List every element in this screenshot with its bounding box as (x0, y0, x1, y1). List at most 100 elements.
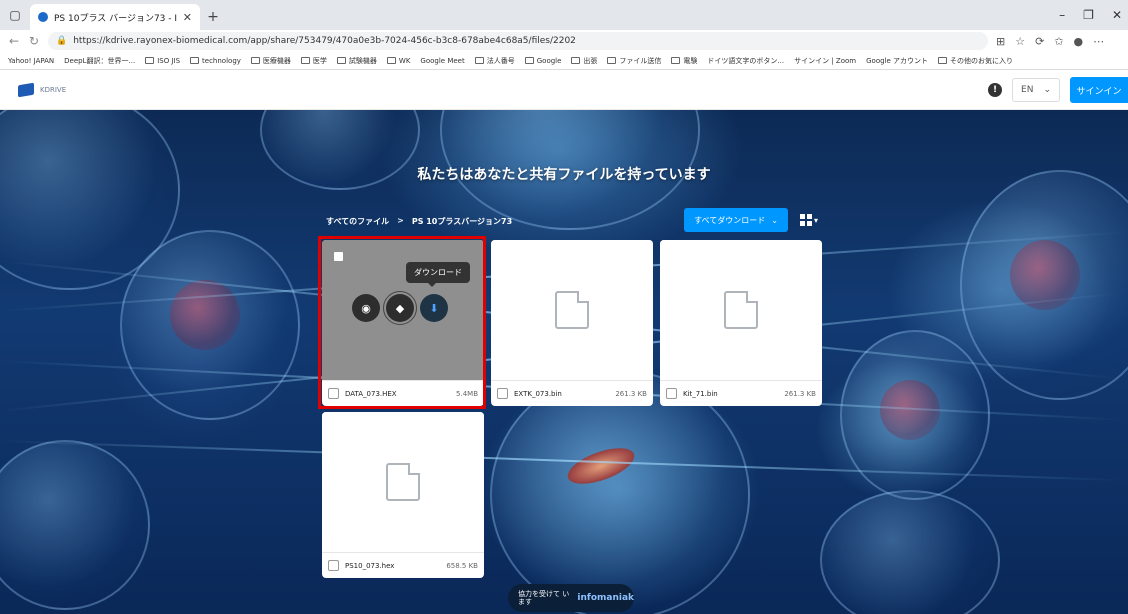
folder-icon (474, 57, 484, 64)
favorites-icon[interactable]: ✩ (1054, 35, 1063, 48)
cell-decoration (820, 490, 1000, 614)
view-toggle[interactable]: ▾ (800, 214, 818, 226)
language-select[interactable]: EN ⌄ (1012, 78, 1060, 102)
powered-by-text: 協力を受けて います (518, 590, 570, 606)
bookmark-folder[interactable]: 電験 (671, 56, 697, 66)
select-checkbox[interactable] (334, 252, 343, 261)
bookmark-label: ISO JIS (157, 56, 181, 65)
more-icon[interactable]: ⋯ (1093, 35, 1104, 48)
bookmark-folder[interactable]: WK (386, 57, 410, 65)
bookmark-label: technology (202, 56, 241, 65)
powered-by-badge[interactable]: 協力を受けて います infomaniak (508, 584, 634, 612)
file-footer: Kit_71.bin 261.3 KB (660, 380, 822, 406)
file-icon (386, 463, 420, 501)
bookmark-folder[interactable]: 医学 (300, 56, 327, 66)
bookmark-folder[interactable]: technology (190, 57, 241, 65)
share-icon[interactable]: ◆ (383, 291, 417, 325)
file-name: Kit_71.bin (683, 389, 718, 398)
bookmark-other[interactable]: その他のお気に入り (938, 56, 1013, 66)
file-thumbnail (660, 240, 822, 380)
file-checkbox[interactable] (328, 388, 339, 399)
download-tooltip: ダウンロード (406, 262, 470, 287)
breadcrumb-separator: > (397, 216, 404, 225)
bookmark-folder[interactable]: 試験機器 (336, 56, 377, 66)
page-title: 私たちはあなたと共有ファイルを持っています (417, 167, 711, 183)
file-card[interactable]: Kit_71.bin 261.3 KB (660, 240, 822, 406)
bookmark-folder[interactable]: ファイル送信 (607, 56, 661, 66)
folder-icon (190, 57, 200, 64)
cell-decoration (490, 370, 750, 614)
bookmark-label: 医療機器 (262, 56, 291, 65)
bookmark-item[interactable]: サインイン | Zoom (794, 56, 856, 66)
file-card[interactable]: PS10_073.hex 658.5 KB (322, 412, 484, 578)
url-text: https://kdrive.rayonex-biomedical.com/ap… (73, 36, 576, 46)
apps-icon[interactable]: ⊞ (996, 35, 1005, 48)
file-card[interactable]: ◉ ◆ ⬇ ダウンロード DATA_073.HEX 5.4MB (322, 240, 484, 406)
file-icon (555, 291, 589, 329)
file-checkbox[interactable] (328, 560, 339, 571)
bookmark-item[interactable]: Yahoo! JAPAN (8, 57, 54, 65)
bookmark-label: ファイル送信 (619, 56, 662, 65)
restore-icon[interactable]: ❐ (1083, 8, 1094, 22)
bookmark-item[interactable]: Google アカウント (866, 56, 928, 66)
infomaniak-logo: infomaniak (577, 593, 634, 603)
file-card[interactable]: EXTK_073.bin 261.3 KB (491, 240, 653, 406)
download-all-button[interactable]: すべてダウンロード ⌄ (684, 208, 788, 232)
minimize-icon[interactable]: – (1059, 8, 1065, 22)
bookmark-item[interactable]: ドイツ語文字のボタン... (707, 56, 784, 66)
bookmark-label: その他のお気に入り (950, 56, 1014, 65)
file-size: 658.5 KB (446, 561, 478, 570)
nucleus-decoration (170, 280, 240, 350)
bookmark-item[interactable]: DeepL翻訳：世界一... (64, 56, 135, 66)
bookmark-folder[interactable]: ISO JIS (145, 57, 180, 65)
kdrive-logo[interactable]: KDRIVE (18, 82, 66, 97)
file-size: 261.3 KB (784, 389, 816, 398)
file-size: 261.3 KB (615, 389, 647, 398)
caret-down-icon: ▾ (814, 215, 819, 225)
info-icon[interactable]: ! (988, 83, 1003, 97)
download-all-label: すべてダウンロード (694, 215, 766, 225)
file-name: EXTK_073.bin (514, 389, 562, 398)
header-actions: ! EN ⌄ サインイン (988, 77, 1128, 103)
address-tools: ⊞ ☆ ⟳ ✩ ● ⋯ (996, 35, 1104, 48)
file-checkbox[interactable] (666, 388, 677, 399)
folder-icon (386, 57, 396, 64)
bookmark-label: 電験 (683, 56, 698, 65)
tab-actions-icon[interactable]: ▢ (0, 0, 30, 30)
browser-tab[interactable]: PS 10プラス バージョン73 - Infomani ✕ (30, 4, 200, 30)
back-icon[interactable]: ← (8, 34, 20, 48)
lock-icon[interactable]: 🔒 (56, 36, 67, 46)
folder-icon (250, 57, 260, 64)
chevron-down-icon: ⌄ (1043, 85, 1051, 95)
bookmark-folder[interactable]: 出張 (571, 56, 597, 66)
file-name: PS10_073.hex (345, 561, 395, 570)
download-icon[interactable]: ⬇ (420, 294, 448, 322)
kdrive-logo-icon (18, 82, 34, 97)
browser-tab-bar: ▢ PS 10プラス バージョン73 - Infomani ✕ + – ❐ ✕ (0, 0, 1128, 30)
close-window-icon[interactable]: ✕ (1112, 8, 1122, 22)
new-tab-icon[interactable]: + (200, 4, 226, 30)
breadcrumb-root[interactable]: すべてのファイル (326, 216, 389, 227)
file-hover-actions: ◉ ◆ ⬇ (352, 291, 448, 325)
signin-button[interactable]: サインイン (1070, 77, 1128, 103)
file-footer: PS10_073.hex 658.5 KB (322, 552, 484, 578)
url-field[interactable]: 🔒 https://kdrive.rayonex-biomedical.com/… (48, 32, 988, 50)
bookmark-label: DeepL翻訳：世界一... (64, 56, 136, 65)
bookmark-folder[interactable]: Google (524, 57, 561, 65)
file-thumbnail (322, 412, 484, 552)
profile-icon[interactable]: ● (1074, 35, 1084, 48)
tab-close-icon[interactable]: ✕ (183, 11, 192, 24)
refresh-alt-icon[interactable]: ⟳ (1035, 35, 1044, 48)
preview-eye-icon[interactable]: ◉ (352, 294, 380, 322)
bookmark-item[interactable]: Google Meet (420, 57, 464, 65)
folder-icon (524, 57, 534, 64)
bookmark-label: ドイツ語文字のボタン... (707, 56, 785, 65)
file-checkbox[interactable] (497, 388, 508, 399)
file-thumbnail (491, 240, 653, 380)
bookmark-folder[interactable]: 医療機器 (250, 56, 291, 66)
bookmark-label: 医学 (312, 56, 327, 65)
bookmark-folder[interactable]: 法人番号 (474, 56, 515, 66)
bookmark-label: 法人番号 (486, 56, 515, 65)
favorite-star-icon[interactable]: ☆ (1015, 35, 1025, 48)
refresh-icon[interactable]: ↻ (28, 34, 40, 48)
